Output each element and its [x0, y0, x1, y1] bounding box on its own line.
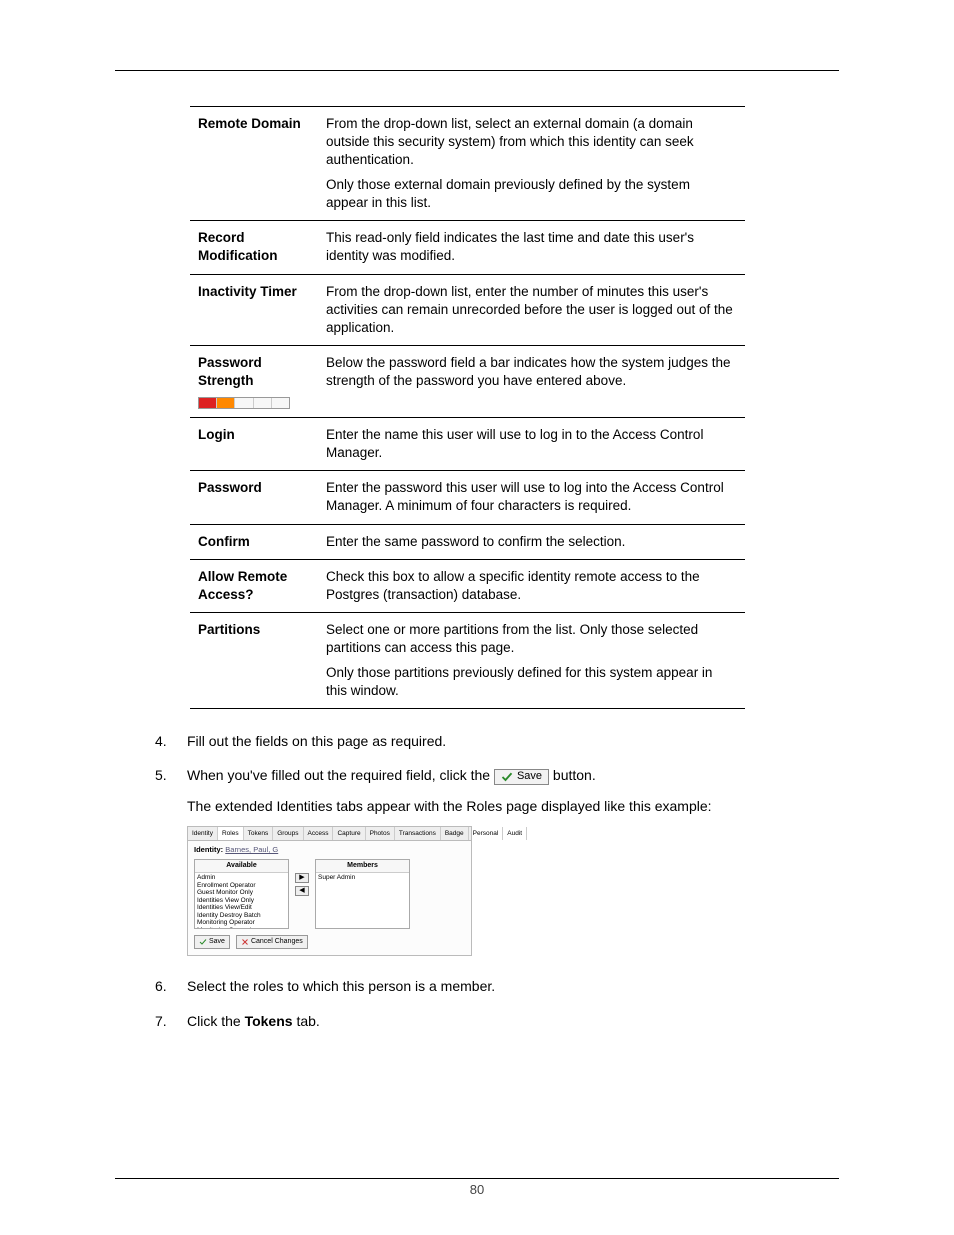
- roles-page-example: IdentityRolesTokensGroupsAccessCapturePh…: [187, 826, 472, 956]
- field-label: Allow Remote Access?: [190, 559, 318, 612]
- page-number: 80: [0, 1182, 954, 1197]
- step-number: 6.: [155, 976, 187, 996]
- table-row: ConfirmEnter the same password to confir…: [190, 524, 745, 559]
- step-6: 6. Select the roles to which this person…: [155, 976, 839, 996]
- table-row: Allow Remote Access?Check this box to al…: [190, 559, 745, 612]
- move-left-button[interactable]: ◀: [295, 886, 309, 896]
- identity-breadcrumb: Identity: Barnes, Paul, G: [194, 845, 465, 856]
- field-description: Select one or more partitions from the l…: [318, 613, 745, 709]
- footer-rule: [115, 1178, 839, 1179]
- tab-audit[interactable]: Audit: [503, 827, 527, 840]
- field-label: Login: [190, 417, 318, 470]
- field-description: Enter the name this user will use to log…: [318, 417, 745, 470]
- roles-tabs: IdentityRolesTokensGroupsAccessCapturePh…: [188, 827, 471, 841]
- table-row: Remote DomainFrom the drop-down list, se…: [190, 107, 745, 221]
- field-description: Enter the same password to confirm the s…: [318, 524, 745, 559]
- tab-tokens[interactable]: Tokens: [244, 827, 274, 840]
- move-right-button[interactable]: ▶: [295, 873, 309, 883]
- field-label: Record Modification: [190, 221, 318, 274]
- list-item[interactable]: Identities View Only: [197, 897, 286, 904]
- checkmark-icon: [199, 938, 207, 946]
- step-followup: The extended Identities tabs appear with…: [187, 796, 839, 816]
- tab-identity[interactable]: Identity: [188, 827, 218, 840]
- cancel-icon: [241, 938, 249, 946]
- save-button[interactable]: Save: [494, 769, 549, 785]
- field-description: Below the password field a bar indicates…: [318, 346, 745, 417]
- field-description: Enter the password this user will use to…: [318, 471, 745, 524]
- step-text: Click the Tokens tab.: [187, 1011, 839, 1031]
- step-7: 7. Click the Tokens tab.: [155, 1011, 839, 1031]
- field-description: Check this box to allow a specific ident…: [318, 559, 745, 612]
- tab-transactions[interactable]: Transactions: [395, 827, 441, 840]
- tab-badge[interactable]: Badge: [441, 827, 469, 840]
- field-label: Confirm: [190, 524, 318, 559]
- field-description: From the drop-down list, enter the numbe…: [318, 274, 745, 346]
- password-strength-bar: [198, 397, 290, 409]
- field-label: Remote Domain: [190, 107, 318, 221]
- list-item[interactable]: Enrollment Operator: [197, 882, 286, 889]
- field-label: Inactivity Timer: [190, 274, 318, 346]
- step-number: 5.: [155, 765, 187, 962]
- list-item[interactable]: Identities View/Edit: [197, 904, 286, 911]
- available-listbox[interactable]: Available AdminEnrollment OperatorGuest …: [194, 859, 289, 929]
- list-item[interactable]: Admin: [197, 874, 286, 881]
- list-item[interactable]: Identity Destroy Batch: [197, 912, 286, 919]
- list-item[interactable]: Super Admin: [318, 874, 407, 881]
- table-row: Inactivity TimerFrom the drop-down list,…: [190, 274, 745, 346]
- header-rule: [115, 70, 839, 71]
- step-5: 5. When you've filled out the required f…: [155, 765, 839, 962]
- step-number: 4.: [155, 731, 187, 751]
- members-listbox[interactable]: Members Super Admin: [315, 859, 410, 929]
- table-row: PasswordEnter the password this user wil…: [190, 471, 745, 524]
- step-text: Fill out the fields on this page as requ…: [187, 731, 839, 751]
- checkmark-icon: [501, 771, 513, 783]
- field-description-table: Remote DomainFrom the drop-down list, se…: [190, 106, 745, 709]
- table-row: LoginEnter the name this user will use t…: [190, 417, 745, 470]
- field-description: From the drop-down list, select an exter…: [318, 107, 745, 221]
- field-label: Password Strength: [190, 346, 318, 417]
- step-text: Select the roles to which this person is…: [187, 976, 839, 996]
- identity-link[interactable]: Barnes, Paul, G: [225, 845, 278, 854]
- tab-personal[interactable]: Personal: [469, 827, 504, 840]
- list-item[interactable]: Monitoring Supervisor: [197, 927, 286, 930]
- tab-access[interactable]: Access: [304, 827, 334, 840]
- tab-roles[interactable]: Roles: [218, 827, 244, 840]
- step-4: 4. Fill out the fields on this page as r…: [155, 731, 839, 751]
- table-row: Password StrengthBelow the password fiel…: [190, 346, 745, 417]
- roles-cancel-button[interactable]: Cancel Changes: [236, 935, 308, 949]
- list-item[interactable]: Monitoring Operator: [197, 919, 286, 926]
- step-number: 7.: [155, 1011, 187, 1031]
- table-row: PartitionsSelect one or more partitions …: [190, 613, 745, 709]
- tab-capture[interactable]: Capture: [333, 827, 365, 840]
- tab-groups[interactable]: Groups: [273, 827, 303, 840]
- tab-photos[interactable]: Photos: [366, 827, 395, 840]
- roles-save-button[interactable]: Save: [194, 935, 230, 949]
- field-description: This read-only field indicates the last …: [318, 221, 745, 274]
- procedure-steps: 4. Fill out the fields on this page as r…: [155, 731, 839, 1031]
- field-label: Partitions: [190, 613, 318, 709]
- field-label: Password: [190, 471, 318, 524]
- list-item[interactable]: Guest Monitor Only: [197, 889, 286, 896]
- table-row: Record ModificationThis read-only field …: [190, 221, 745, 274]
- step-text: When you've filled out the required fiel…: [187, 765, 839, 785]
